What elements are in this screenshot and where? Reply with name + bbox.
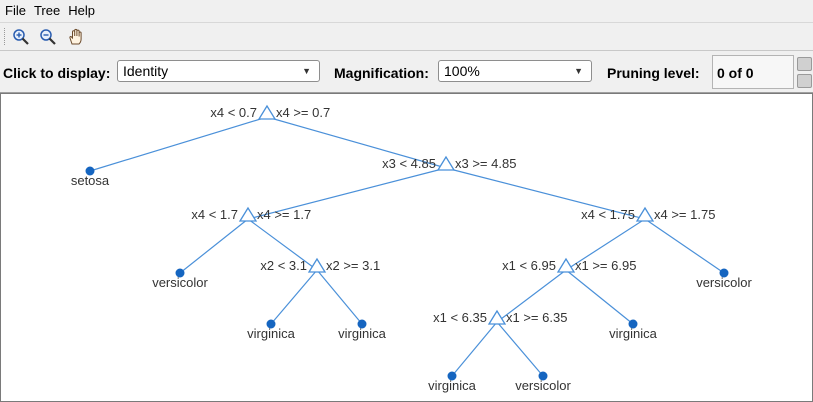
leaf-label: virginica (609, 326, 657, 341)
tree-diagram: x4 < 0.7 x4 >= 0.7 x3 < 4.85 x3 >= 4.85 x4 <… (71, 104, 752, 393)
split-left-label: x1 < 6.95 (502, 258, 556, 273)
leaf-label: versicolor (515, 378, 571, 393)
tree-edge (270, 269, 318, 325)
split-left-label: x4 < 1.7 (191, 207, 238, 222)
leaf-label: setosa (71, 173, 110, 188)
tree-edge (316, 269, 363, 325)
leaf-label: virginica (247, 326, 295, 341)
split-left-label: x3 < 4.85 (382, 156, 436, 171)
tree-canvas[interactable]: x4 < 0.7 x4 >= 0.7 x3 < 4.85 x3 >= 4.85 x4 <… (0, 93, 813, 402)
split-right-label: x1 >= 6.35 (506, 310, 567, 325)
split-right-label: x4 >= 1.7 (257, 207, 311, 222)
tree-edge (451, 321, 498, 377)
split-right-label: x3 >= 4.85 (455, 156, 516, 171)
tree-edge (644, 218, 725, 274)
tree-edge (565, 269, 634, 325)
split-right-label: x2 >= 3.1 (326, 258, 380, 273)
leaf-label: versicolor (152, 275, 208, 290)
leaf-label: virginica (338, 326, 386, 341)
split-node-triangle[interactable] (257, 104, 277, 120)
split-node-triangle[interactable] (238, 206, 258, 222)
split-node-triangle[interactable] (436, 155, 456, 171)
split-left-label: x4 < 0.7 (210, 105, 257, 120)
split-left-label: x1 < 6.35 (433, 310, 487, 325)
split-left-label: x2 < 3.1 (260, 258, 307, 273)
split-right-label: x1 >= 6.95 (575, 258, 636, 273)
tree-edge (496, 321, 544, 377)
split-node-triangle[interactable] (635, 206, 655, 222)
split-right-label: x4 >= 1.75 (654, 207, 715, 222)
split-left-label: x4 < 1.75 (581, 207, 635, 222)
leaf-label: virginica (428, 378, 476, 393)
tree-edge (179, 218, 249, 274)
split-node-triangle[interactable] (556, 257, 576, 273)
split-right-label: x4 >= 0.7 (276, 105, 330, 120)
leaf-label: versicolor (696, 275, 752, 290)
tree-edge (89, 116, 268, 172)
